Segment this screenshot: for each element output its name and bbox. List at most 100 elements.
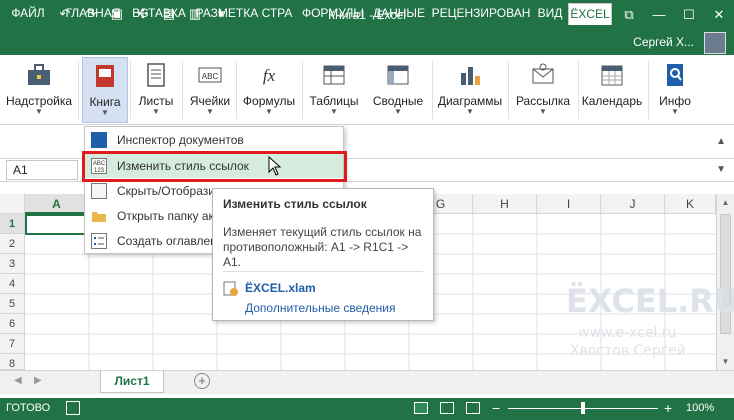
- sheet-nav-next-icon[interactable]: ▶: [34, 375, 42, 386]
- tab-data[interactable]: ДАННЫЕ: [370, 3, 428, 25]
- user-name[interactable]: Сергей Х...: [633, 35, 694, 49]
- sheets-label: Листы: [138, 94, 174, 108]
- zoom-out-icon[interactable]: −: [492, 400, 500, 416]
- select-all-corner[interactable]: [0, 194, 25, 214]
- tab-home[interactable]: ГЛАВНАЯ: [60, 3, 126, 25]
- tooltip-addin-name: ЁXCEL.xlam: [245, 281, 316, 295]
- calendar-button[interactable]: Календарь: [580, 57, 644, 123]
- book-icon: [96, 65, 114, 87]
- addins-label: Надстройка: [5, 94, 73, 108]
- close-icon[interactable]: ✕: [704, 0, 734, 30]
- cells-button[interactable]: ABC Ячейки ▼: [186, 57, 234, 123]
- mail-icon: [532, 63, 554, 84]
- scroll-down-icon[interactable]: ▼: [717, 357, 734, 366]
- tab-review[interactable]: РЕЦЕНЗИРОВАН: [430, 3, 532, 25]
- info-button[interactable]: Инфо ▼: [652, 57, 698, 123]
- chevron-down-icon: ▼: [101, 108, 109, 117]
- normal-view-icon[interactable]: [414, 402, 428, 414]
- zoom-slider-thumb[interactable]: [581, 402, 585, 414]
- ribbon-divider: [130, 61, 131, 119]
- add-sheet-icon[interactable]: +: [194, 373, 210, 389]
- row-header[interactable]: 7: [0, 334, 25, 354]
- column-header[interactable]: K: [665, 194, 716, 214]
- tables-label: Таблицы: [309, 94, 359, 108]
- chevron-down-icon: ▼: [539, 107, 547, 116]
- formulas-label: Формулы: [242, 94, 296, 108]
- ribbon-display-icon[interactable]: ⧉: [614, 0, 644, 30]
- collapse-ribbon-icon[interactable]: ▲: [716, 136, 726, 147]
- addins-button[interactable]: Надстройка ▼: [4, 57, 74, 123]
- tab-exel[interactable]: ЁXCEL: [568, 3, 612, 25]
- status-ready: ГОТОВО: [6, 402, 51, 414]
- sheets-button[interactable]: Листы ▼: [134, 57, 178, 123]
- chevron-down-icon: ▼: [35, 107, 43, 116]
- maximize-icon[interactable]: ☐: [674, 0, 704, 30]
- page-break-view-icon[interactable]: [466, 402, 480, 414]
- row-header[interactable]: 8: [0, 354, 25, 370]
- tab-formulas[interactable]: ФОРМУЛЫ: [298, 3, 368, 25]
- chevron-down-icon: ▼: [152, 107, 160, 116]
- tooltip-title: Изменить стиль ссылок: [223, 197, 367, 211]
- row-header[interactable]: 3: [0, 254, 25, 274]
- page-layout-view-icon[interactable]: [440, 402, 454, 414]
- name-box[interactable]: A1: [6, 160, 78, 180]
- row-header[interactable]: 4: [0, 274, 25, 294]
- ribbon-tabs: [0, 30, 734, 55]
- table-icon: [323, 65, 345, 85]
- watermark-url: www.e-xcel.ru: [578, 325, 677, 341]
- tab-insert[interactable]: ВСТАВКА: [128, 3, 190, 25]
- ribbon-divider: [78, 61, 79, 119]
- column-header[interactable]: I: [537, 194, 601, 214]
- tab-file[interactable]: ФАЙЛ: [0, 3, 56, 25]
- sheet-tab[interactable]: Лист1: [100, 371, 164, 393]
- sheets-icon: [147, 63, 165, 87]
- column-header[interactable]: A: [25, 194, 89, 214]
- menu-item-label: Скрыть/Отобрази: [117, 184, 215, 198]
- ribbon-divider: [508, 61, 509, 119]
- hide-icon: [91, 183, 107, 199]
- book-button[interactable]: Книга ▼: [82, 57, 128, 123]
- pivots-button[interactable]: Сводные ▼: [368, 57, 428, 123]
- book-label: Книга: [89, 95, 121, 109]
- chevron-down-icon: ▼: [330, 107, 338, 116]
- active-cell[interactable]: [25, 214, 90, 235]
- menu-item-label: Создать оглавлен: [117, 234, 217, 248]
- chevron-down-icon: ▼: [206, 107, 214, 116]
- inspector-icon: [91, 132, 107, 148]
- ribbon-divider: [578, 61, 579, 119]
- menu-item-label: Инспектор документов: [117, 133, 244, 147]
- tab-view[interactable]: ВИД: [534, 3, 566, 25]
- chevron-down-icon: ▼: [394, 107, 402, 116]
- tab-page-layout[interactable]: РАЗМЕТКА СТРА: [192, 3, 296, 25]
- zoom-in-icon[interactable]: +: [664, 400, 672, 416]
- menu-item-inspector[interactable]: Инспектор документов: [85, 128, 343, 152]
- zoom-level[interactable]: 100%: [686, 402, 714, 414]
- charts-button[interactable]: Диаграммы ▼: [436, 57, 504, 123]
- scroll-up-icon[interactable]: ▲: [717, 198, 734, 207]
- menu-item-label: Открыть папку ак: [117, 209, 214, 223]
- chevron-down-icon: ▼: [671, 107, 679, 116]
- tooltip-more-info-link[interactable]: Дополнительные сведения: [245, 301, 395, 315]
- row-header[interactable]: 2: [0, 234, 25, 254]
- formula-expand-icon[interactable]: ▼: [716, 164, 726, 175]
- tooltip-divider: [223, 271, 423, 272]
- tables-button[interactable]: Таблицы ▼: [306, 57, 362, 123]
- avatar[interactable]: [704, 32, 726, 54]
- mouse-cursor-icon: [268, 155, 282, 179]
- row-header[interactable]: 1: [0, 214, 25, 234]
- ribbon-divider: [182, 61, 183, 119]
- tooltip-body: Изменяет текущий стиль ссылок на противо…: [223, 225, 422, 269]
- column-header[interactable]: H: [473, 194, 537, 214]
- ribbon-divider: [648, 61, 649, 119]
- row-header[interactable]: 6: [0, 314, 25, 334]
- formulas-button[interactable]: fx Формулы ▼: [240, 57, 298, 123]
- row-header[interactable]: 5: [0, 294, 25, 314]
- mailing-button[interactable]: Рассылка ▼: [512, 57, 574, 123]
- column-header[interactable]: J: [601, 194, 665, 214]
- sheet-nav-prev-icon[interactable]: ◀: [14, 375, 22, 386]
- mailing-label: Рассылка: [515, 94, 571, 108]
- minimize-icon[interactable]: —: [644, 0, 674, 30]
- macro-record-icon[interactable]: [66, 401, 80, 415]
- toolbox-icon: [28, 64, 50, 85]
- addin-gear-icon: [223, 281, 238, 296]
